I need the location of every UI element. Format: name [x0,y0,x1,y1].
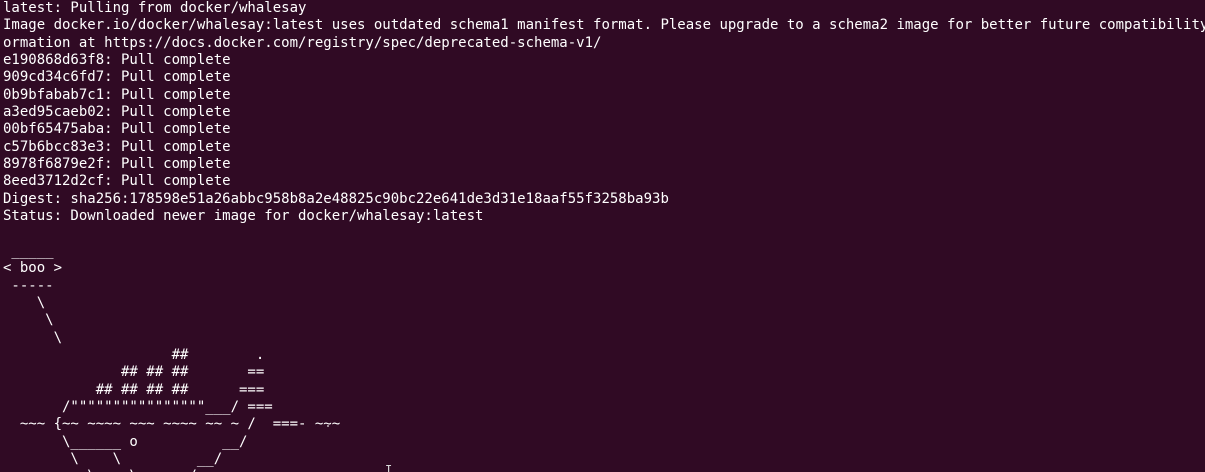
layer-pull-line: e190868d63f8: Pull complete [3,52,231,69]
layer-pull-line: a3ed95caeb02: Pull complete [3,104,231,121]
layer-pull-line: 909cd34c6fd7: Pull complete [3,69,231,86]
layer-pull-line: c57b6bcc83e3: Pull complete [3,138,231,155]
terminal-window[interactable]: latest: Pulling from docker/whalesay Ima… [0,0,1205,472]
whalesay-ascii-art: _____ < boo > ----- \ \ \ ## . ## ## ## … [3,242,340,472]
layer-pull-line: 0b9bfabab7c1: Pull complete [3,86,231,103]
stray-dot [327,425,329,427]
layer-pull-line: 00bf65475aba: Pull complete [3,121,231,138]
layer-pull-line: 8978f6879e2f: Pull complete [3,156,231,173]
schema-warning-line: Image docker.io/docker/whalesay:latest u… [3,17,1205,34]
schema-warning-line-continued: ormation at https://docs.docker.com/regi… [3,34,602,51]
mouse-cursor-icon: I [385,463,393,472]
status-line: Status: Downloaded newer image for docke… [3,208,484,225]
pull-header-line: latest: Pulling from docker/whalesay [3,0,307,16]
layer-pull-line: 8eed3712d2cf: Pull complete [3,173,231,190]
digest-line: Digest: sha256:178598e51a26abbc958b8a2e4… [3,190,669,207]
